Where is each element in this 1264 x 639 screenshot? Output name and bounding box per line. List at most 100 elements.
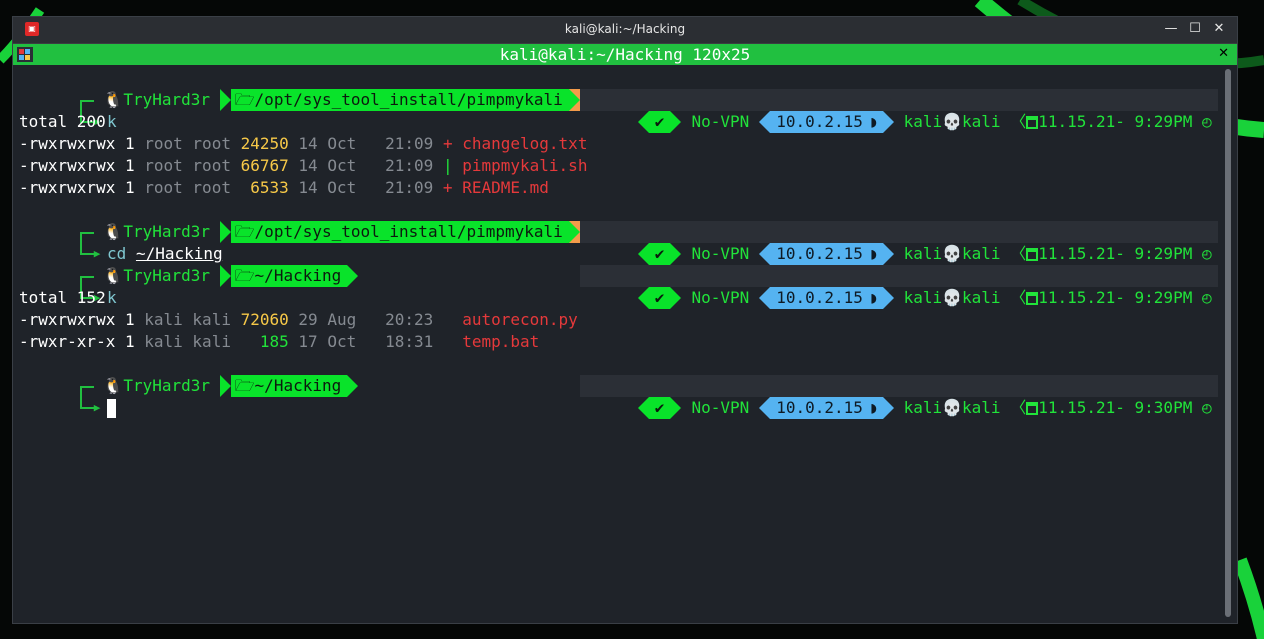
- file-name: README.md: [462, 178, 549, 197]
- ip-address: 10.0.2.15: [770, 397, 869, 419]
- file-row: -rwxrwxrwx 1 kali kali 72060 29 Aug 20:2…: [19, 310, 578, 329]
- calendar-icon: [1026, 116, 1039, 129]
- powerline-separator: [347, 375, 359, 397]
- host-user: kali: [903, 288, 943, 307]
- file-row: -rwxrwxrwx 1 root root 66767 14 Oct 21:0…: [19, 156, 588, 175]
- network-icon: ◗: [868, 397, 883, 419]
- close-icon[interactable]: ✕: [1211, 21, 1227, 37]
- powerline-separator: [759, 243, 771, 265]
- skull-icon: 💀: [942, 398, 963, 417]
- title-bar: ▣ kali@kali:~/Hacking — ☐ ✕: [13, 17, 1237, 44]
- host-user: kali: [903, 244, 943, 263]
- prompt-arrow-icon: ▶: [93, 401, 108, 414]
- vpn-status: No-VPN: [691, 112, 750, 131]
- window-title: kali@kali:~/Hacking: [564, 22, 686, 36]
- powerline-separator: [219, 89, 231, 111]
- powerline-separator: [637, 287, 649, 309]
- skull-icon: 💀: [942, 112, 963, 131]
- vpn-status: No-VPN: [691, 288, 750, 307]
- powerline-separator: [759, 287, 771, 309]
- host-name: kali: [962, 398, 1001, 417]
- vpn-status: No-VPN: [691, 398, 750, 417]
- prompt-path: 🗁~/Hacking: [230, 375, 348, 397]
- prompt-path: 🗁~/Hacking: [230, 265, 348, 287]
- prompt-user: TryHard3r: [123, 90, 211, 109]
- tab-bar: kali@kali:~/Hacking 120x25 ✕: [13, 44, 1237, 65]
- vpn-check-icon: ✔: [648, 111, 671, 133]
- prompt-line: 🐧TryHard3r 🗁~/Hacking: [18, 353, 359, 397]
- folder-open-icon: 🗁: [234, 266, 255, 285]
- calendar-icon: [1026, 402, 1039, 415]
- powerline-separator: [882, 287, 894, 309]
- powerline-separator: [568, 89, 580, 111]
- file-name: autorecon.py: [462, 310, 578, 329]
- powerline-separator: [637, 111, 649, 133]
- vpn-check-icon: ✔: [648, 287, 671, 309]
- network-icon: ◗: [868, 243, 883, 265]
- right-prompt: ✔ No-VPN 10.0.2.15 ◗ kali💀kali 〈 11.15.21- 9:…: [580, 375, 1218, 419]
- prompt-user: TryHard3r: [123, 266, 211, 285]
- skull-icon: 💀: [942, 288, 963, 307]
- ip-address: 10.0.2.15: [770, 287, 869, 309]
- powerline-separator: [759, 111, 771, 133]
- scrollbar[interactable]: [1225, 69, 1231, 617]
- prompt-path: 🗁/opt/sys_tool_install/pimpmykali: [230, 89, 569, 111]
- powerline-separator: [670, 243, 682, 265]
- chevron-left-icon: 〈: [1000, 244, 1027, 263]
- right-prompt: ✔ No-VPN 10.0.2.15 ◗ kali💀kali 〈 11.15.21- 9:…: [580, 89, 1218, 133]
- clock-icon: ◴: [1192, 112, 1212, 131]
- powerline-separator: [637, 397, 649, 419]
- text-cursor[interactable]: [107, 399, 117, 418]
- host-name: kali: [962, 244, 1001, 263]
- file-row: -rwxrwxrwx 1 root root 24250 14 Oct 21:0…: [19, 134, 588, 153]
- host-name: kali: [962, 112, 1001, 131]
- host-name: kali: [962, 288, 1001, 307]
- chevron-left-icon: 〈: [1000, 398, 1027, 417]
- folder-open-icon: 🗁: [234, 90, 255, 109]
- tab-title[interactable]: kali@kali:~/Hacking 120x25: [13, 45, 1237, 64]
- file-name: pimpmykali.sh: [462, 156, 588, 175]
- tab-close-icon[interactable]: ✕: [1218, 46, 1229, 61]
- prompt-line: 🐧TryHard3r 🗁/opt/sys_tool_install/pimpmy…: [18, 199, 739, 243]
- prompt-line: 🐧TryHard3r 🗁~/Hacking: [18, 243, 359, 287]
- command-text: k: [107, 112, 117, 131]
- ip-address: 10.0.2.15: [770, 111, 869, 133]
- terminal-output[interactable]: 🐧TryHard3r 🗁/opt/sys_tool_install/pimpmy…: [18, 67, 1218, 619]
- prompt-time: 11.15.21- 9:29PM: [1038, 244, 1193, 263]
- prompt-corner-bottom: [76, 397, 94, 419]
- vpn-check-icon: ✔: [648, 243, 671, 265]
- command-line: ▶: [18, 375, 117, 418]
- clock-icon: ◴: [1192, 288, 1212, 307]
- powerline-separator: [882, 243, 894, 265]
- powerline-separator: [219, 375, 231, 397]
- command-line: ▶ k: [18, 265, 117, 307]
- host-user: kali: [903, 398, 943, 417]
- chevron-left-icon: 〈: [1000, 112, 1027, 131]
- chevron-left-icon: 〈: [1000, 288, 1027, 307]
- powerline-separator: [568, 221, 580, 243]
- file-name: changelog.txt: [462, 134, 588, 153]
- command-text: k: [107, 288, 117, 307]
- skull-icon: 💀: [942, 244, 963, 263]
- command-line: ▶ cd ~/Hacking: [18, 221, 223, 263]
- prompt-time: 11.15.21- 9:29PM: [1038, 112, 1193, 131]
- file-row: -rwxrwxrwx 1 root root 6533 14 Oct 21:09…: [19, 178, 549, 197]
- clock-icon: ◴: [1192, 398, 1212, 417]
- folder-open-icon: 🗁: [234, 376, 255, 395]
- scrollbar-thumb[interactable]: [1225, 69, 1231, 617]
- total-line: total 200: [19, 112, 106, 131]
- host-user: kali: [903, 112, 943, 131]
- file-name: temp.bat: [462, 332, 540, 351]
- maximize-icon[interactable]: ☐: [1187, 21, 1203, 37]
- right-prompt: ✔ No-VPN 10.0.2.15 ◗ kali💀kali 〈 11.15.21- 9:…: [580, 221, 1218, 265]
- command-line: ▶ k: [18, 89, 117, 131]
- terminal-window: ▣ kali@kali:~/Hacking — ☐ ✕ kali@kali:~/…: [12, 16, 1238, 624]
- prompt-path: 🗁/opt/sys_tool_install/pimpmykali: [230, 221, 569, 243]
- powerline-separator: [670, 111, 682, 133]
- minimize-icon[interactable]: —: [1163, 21, 1179, 37]
- network-icon: ◗: [868, 287, 883, 309]
- vpn-status: No-VPN: [691, 244, 750, 263]
- vpn-check-icon: ✔: [648, 397, 671, 419]
- calendar-icon: [1026, 248, 1039, 261]
- right-prompt: ✔ No-VPN 10.0.2.15 ◗ kali💀kali 〈 11.15.21- 9:…: [580, 265, 1218, 309]
